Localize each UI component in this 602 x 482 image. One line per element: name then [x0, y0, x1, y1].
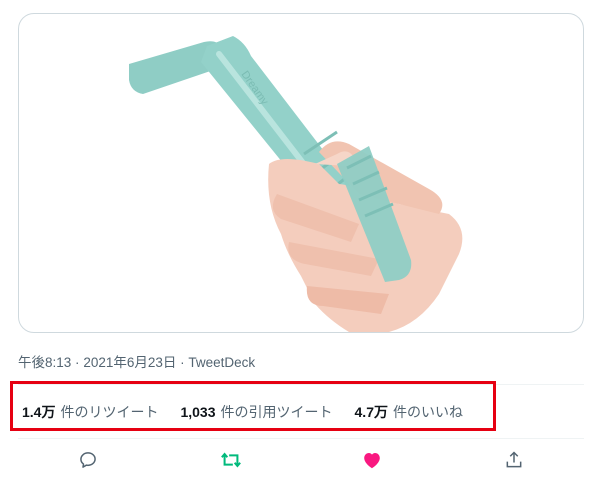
tweet-media-image[interactable]: Dreamy	[18, 13, 584, 333]
divider	[18, 438, 584, 439]
engagement-stats: 1.4万 件のリツイート 1,033 件の引用ツイート 4.7万 件のいいね	[22, 402, 463, 422]
quotes-stat[interactable]: 1,033 件の引用ツイート	[180, 402, 332, 422]
likes-stat[interactable]: 4.7万 件のいいね	[355, 402, 463, 422]
retweets-count: 1.4万	[22, 404, 56, 420]
share-button[interactable]	[502, 448, 526, 472]
likes-count: 4.7万	[354, 404, 388, 420]
tweet-date[interactable]: 2021年6月23日	[83, 355, 176, 370]
reply-button[interactable]	[76, 448, 100, 472]
quotes-count: 1,033	[180, 404, 216, 420]
tweet-actions	[0, 448, 602, 476]
retweet-button[interactable]	[219, 448, 243, 472]
tweet-source[interactable]: TweetDeck	[188, 355, 255, 370]
share-icon	[506, 451, 522, 468]
tweet-meta: 午後8:13 · 2021年6月23日 · TweetDeck	[18, 351, 255, 371]
retweets-stat[interactable]: 1.4万 件のリツイート	[22, 402, 158, 422]
meta-separator: ·	[180, 355, 185, 370]
likes-label: 件のいいね	[392, 404, 463, 420]
retweet-icon	[221, 452, 241, 468]
tweet-time[interactable]: 午後8:13	[18, 355, 71, 370]
straw-photo: Dreamy	[129, 36, 463, 332]
reply-icon	[80, 452, 96, 468]
quotes-label: 件の引用ツイート	[220, 404, 333, 420]
heart-icon	[364, 452, 380, 469]
like-button[interactable]	[360, 448, 384, 472]
meta-separator: ·	[75, 355, 80, 370]
retweets-label: 件のリツイート	[60, 404, 159, 420]
